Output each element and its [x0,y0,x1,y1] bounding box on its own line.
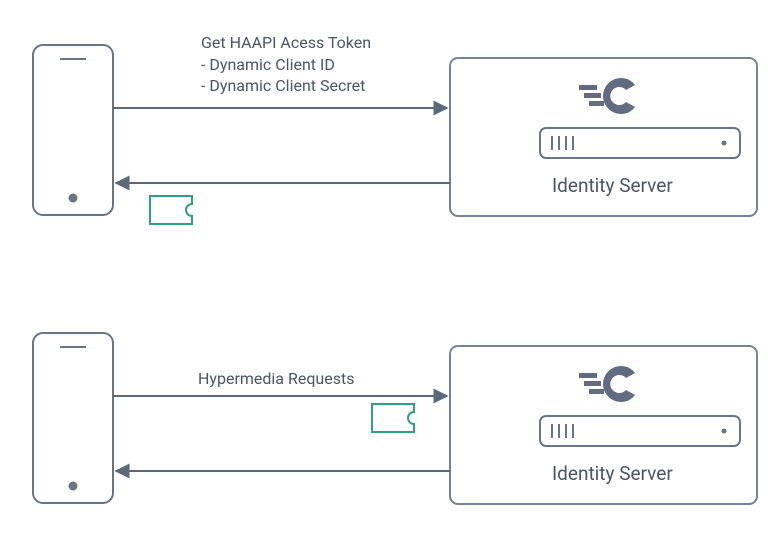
diagram-canvas [0,0,782,542]
server-label-2: Identity Server [552,462,673,485]
flow1-request-label: Get HAAPI Acess Token - Dynamic Client I… [201,32,371,97]
token-ticket-icon-1 [150,196,192,224]
phone-device-2 [33,333,113,503]
flow1-title: Get HAAPI Acess Token [201,33,371,52]
token-ticket-icon-2 [372,404,414,432]
flow2-request-label: Hypermedia Requests [198,368,354,390]
server-label-1: Identity Server [552,174,673,197]
flow1-line1: - Dynamic Client ID [201,55,335,74]
phone-device-1 [33,45,113,215]
flow1-line2: - Dynamic Client Secret [201,76,365,95]
